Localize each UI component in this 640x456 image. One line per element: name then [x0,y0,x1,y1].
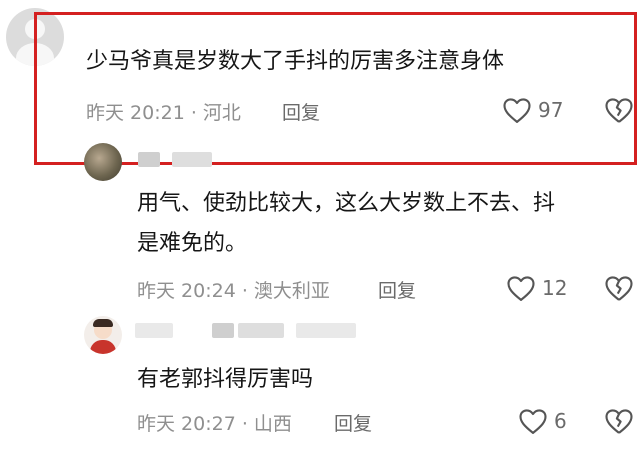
reply-2-time-location: 昨天 20:27 · 山西 [137,413,292,435]
heart-outline-icon [519,409,547,434]
reply-2-user-avatar[interactable] [84,316,122,354]
reply-1-dislike-button[interactable] [604,274,634,302]
reply-1-like-count: 12 [542,276,568,300]
reply-2-like-count: 6 [554,409,567,433]
blurred-username [238,323,284,338]
broken-heart-outline-icon [605,276,633,301]
avatar-shirt-shape [90,340,116,354]
reply-2-like-button[interactable]: 6 [518,407,567,435]
avatar-hair-shape [93,319,113,327]
reply-1-text-line-2: 是难免的。 [137,231,248,256]
blurred-username [138,152,160,167]
blurred-username [135,323,173,338]
comment-thread: 少马爷真是岁数大了手抖的厉害多注意身体 昨天 20:21 · 河北 回复 97 … [0,0,640,456]
reply-1-user-avatar[interactable] [84,143,122,181]
blurred-username [296,323,356,338]
red-highlight-frame [34,12,637,165]
reply-2-dislike-button[interactable] [604,407,634,435]
reply-1-time-location: 昨天 20:24 · 澳大利亚 [137,280,330,302]
reply-1-like-button[interactable]: 12 [506,274,567,302]
heart-outline-icon [507,276,535,301]
broken-heart-outline-icon [605,409,633,434]
reply-1-reply-button[interactable]: 回复 [378,276,416,303]
reply-2-reply-button[interactable]: 回复 [334,409,372,436]
blurred-username [172,152,212,167]
reply-2-text: 有老郭抖得厉害吗 [137,367,314,392]
reply-1-text-line-1: 用气、使劲比较大，这么大岁数上不去、抖 [137,191,556,216]
blurred-username [212,323,234,338]
